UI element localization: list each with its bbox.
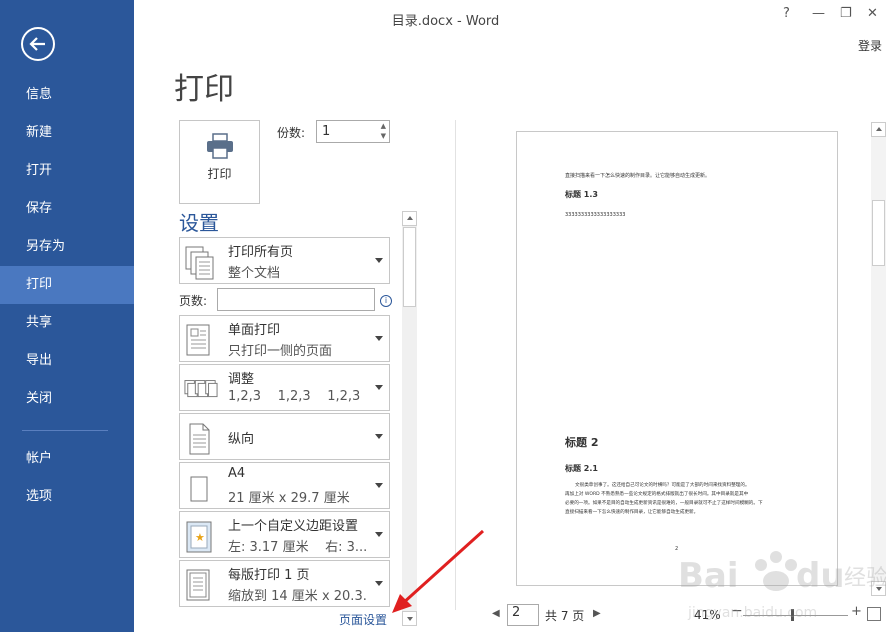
- sides-subtitle: 只打印一侧的页面: [228, 344, 333, 359]
- collate-subtitle: 1,2,3 1,2,3 1,2,3: [228, 389, 361, 404]
- page-total: 共 7 页: [545, 609, 585, 623]
- margins-icon: ★: [186, 521, 212, 553]
- collate-dropdown[interactable]: 调整 1,2,3 1,2,3 1,2,3: [179, 364, 390, 411]
- preview-paragraph-line: 文很类草创事了。这还给自己可论文的时横吗？可能是了大部的时间来找资料整理的。: [575, 483, 750, 488]
- margins-dropdown[interactable]: ★ 上一个自定义边距设置 左: 3.17 厘米 右: 3...: [179, 511, 390, 558]
- preview-scrollbar[interactable]: [871, 122, 886, 596]
- copies-down-icon[interactable]: ▼: [381, 133, 386, 140]
- print-button[interactable]: 打印: [179, 120, 260, 204]
- nav-new[interactable]: 新建: [0, 114, 134, 152]
- back-arrow-icon: [29, 37, 45, 51]
- print-button-label: 打印: [207, 167, 232, 181]
- window-title: 目录.docx - Word: [391, 14, 500, 29]
- svg-text:jingyan.baidu.com: jingyan.baidu.com: [687, 605, 817, 621]
- pages-per-sheet-icon: [186, 569, 210, 601]
- preview-heading-2: 标题 2: [565, 436, 599, 449]
- sides-dropdown[interactable]: 单面打印 只打印一侧的页面: [179, 315, 390, 362]
- minimize-button[interactable]: —: [812, 6, 825, 21]
- nav-info[interactable]: 信息: [0, 76, 134, 114]
- nav-open[interactable]: 打开: [0, 152, 134, 190]
- preview-paragraph-line: 必要的一项。如果不是目的自动生成更新资讯是很难的，一般目录就可不止了这样时间模糊…: [565, 501, 763, 506]
- scroll-thumb[interactable]: [403, 227, 416, 307]
- portrait-icon: [189, 423, 210, 455]
- settings-heading: 设置: [179, 211, 219, 235]
- pages-per-sheet-title: 每版打印 1 页: [228, 568, 310, 583]
- printer-icon: [207, 133, 233, 159]
- svg-text:经验: 经验: [844, 566, 886, 591]
- pages-per-sheet-dropdown[interactable]: 每版打印 1 页 缩放到 14 厘米 x 20.3...: [179, 560, 390, 607]
- margins-title: 上一个自定义边距设置: [228, 519, 359, 534]
- orientation-title: 纵向: [228, 432, 255, 447]
- help-button[interactable]: ?: [783, 6, 790, 21]
- preview-heading-2-1: 标题 2.1: [565, 464, 598, 473]
- nav-options[interactable]: 选项: [0, 478, 134, 516]
- close-button[interactable]: ✕: [867, 6, 878, 21]
- nav-save-as[interactable]: 另存为: [0, 228, 134, 266]
- paper-size-title: A4: [228, 466, 246, 481]
- preview-paragraph-line: 直接扫描来看一下怎么快速的制作目录，让它能够自动生成更新。: [565, 510, 699, 515]
- collate-title: 调整: [228, 372, 255, 387]
- preview-scroll-thumb[interactable]: [872, 200, 885, 266]
- copies-value: 1: [322, 124, 331, 139]
- chevron-down-icon: [375, 581, 383, 586]
- copies-up-icon[interactable]: ▲: [381, 123, 386, 130]
- nav-export[interactable]: 导出: [0, 342, 134, 380]
- page-setup-link[interactable]: 页面设置: [339, 611, 387, 628]
- nav-account[interactable]: 帐户: [0, 440, 134, 478]
- next-page-icon[interactable]: ▶: [593, 608, 601, 619]
- print-range-dropdown[interactable]: 打印所有页 整个文档: [179, 237, 390, 284]
- sidebar-divider: [22, 430, 108, 431]
- preview-filler-text: 3333333333333333333: [565, 212, 626, 218]
- svg-text:Bai: Bai: [678, 556, 739, 596]
- sign-in-link[interactable]: 登录: [858, 37, 882, 54]
- scroll-up-button[interactable]: [402, 211, 417, 226]
- paper-size-icon: [190, 476, 208, 502]
- red-arrow-annotation: [392, 529, 485, 613]
- nav-save[interactable]: 保存: [0, 190, 134, 228]
- single-side-icon: [186, 324, 210, 356]
- pages-icon: [185, 246, 214, 280]
- chevron-down-icon: [375, 532, 383, 537]
- svg-text:★: ★: [195, 531, 205, 544]
- restore-button[interactable]: ❐: [840, 6, 852, 21]
- info-icon[interactable]: i: [380, 295, 392, 307]
- preview-text-line: 直接扫描来看一下怎么快速的制作目录。让它能够自动生成更新。: [565, 173, 711, 179]
- print-range-subtitle: 整个文档: [228, 266, 281, 281]
- sides-title: 单面打印: [228, 323, 281, 338]
- print-range-title: 打印所有页: [228, 245, 294, 260]
- page-title: 打印: [174, 72, 234, 107]
- orientation-dropdown[interactable]: 纵向: [179, 413, 390, 460]
- chevron-down-icon: [375, 258, 383, 263]
- margins-subtitle: 左: 3.17 厘米 右: 3...: [228, 540, 368, 555]
- chevron-down-icon: [375, 336, 383, 341]
- copies-stepper[interactable]: 1 ▲ ▼: [316, 120, 390, 143]
- chevron-down-icon: [375, 434, 383, 439]
- svg-text:du: du: [796, 556, 845, 596]
- baidu-watermark-logo: Bai du 经验 jingyan.baidu.com: [678, 551, 886, 621]
- current-page-input[interactable]: 2: [507, 604, 539, 626]
- nav-close[interactable]: 关闭: [0, 380, 134, 418]
- paper-size-subtitle: 21 厘米 x 29.7 厘米: [228, 491, 350, 506]
- preview-paragraph-line: 再加上对 WORD 不熟悉熟悉一些论文规定的格式排版就出了很长时间。其中目录就是…: [565, 492, 749, 497]
- backstage-sidebar: 信息 新建 打开 保存 另存为 打印 共享 导出 关闭 帐户 选项: [0, 0, 134, 632]
- print-preview-page: 直接扫描来看一下怎么快速的制作目录。让它能够自动生成更新。 标题 1.3 333…: [516, 131, 838, 586]
- preview-scroll-up-button[interactable]: [871, 122, 886, 137]
- chevron-down-icon: [375, 385, 383, 390]
- copies-label: 份数:: [277, 126, 306, 140]
- paper-size-dropdown[interactable]: A4 21 厘米 x 29.7 厘米: [179, 462, 390, 509]
- pages-input[interactable]: [217, 288, 375, 311]
- nav-print[interactable]: 打印: [0, 266, 134, 304]
- pages-label: 页数:: [179, 294, 208, 308]
- collate-icon: [184, 380, 218, 398]
- pages-per-sheet-subtitle: 缩放到 14 厘米 x 20.3...: [228, 589, 368, 604]
- previous-page-icon[interactable]: ◀: [492, 608, 500, 619]
- preview-heading-1-3: 标题 1.3: [565, 190, 598, 199]
- nav-share[interactable]: 共享: [0, 304, 134, 342]
- back-button[interactable]: [21, 27, 55, 61]
- chevron-down-icon: [375, 483, 383, 488]
